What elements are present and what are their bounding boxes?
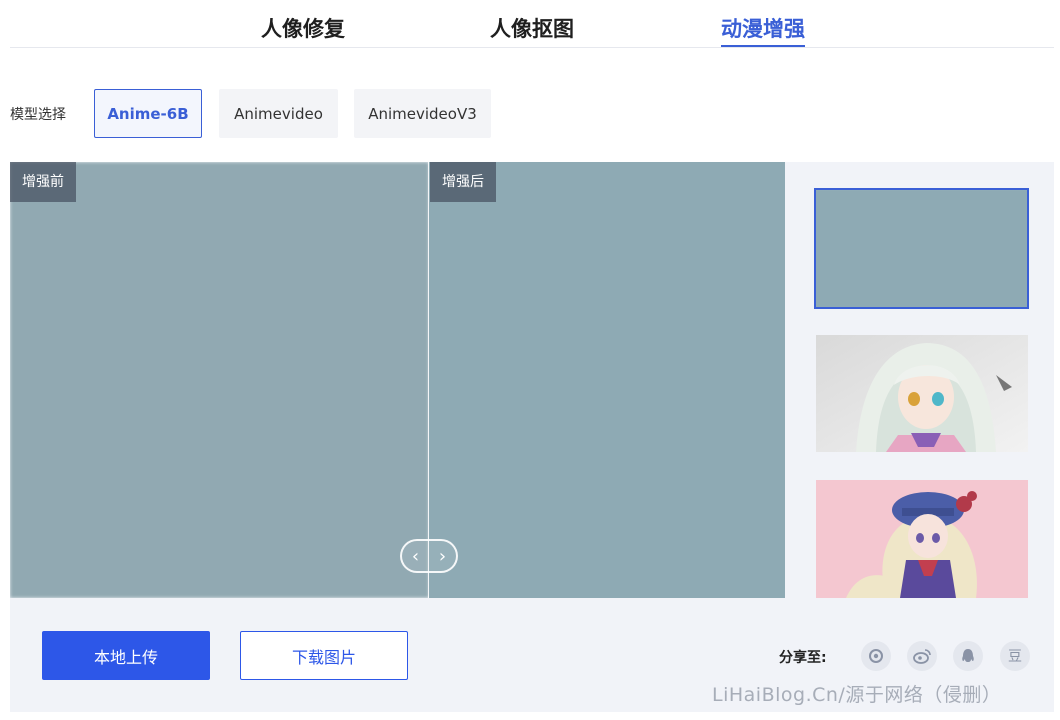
model-option-anime-6b[interactable]: Anime-6B	[94, 89, 202, 138]
download-button[interactable]: 下载图片	[240, 631, 408, 680]
compare-viewer[interactable]: 增强前 增强后 ‹ ›	[10, 162, 785, 598]
tab-portrait-cutout[interactable]: 人像抠图	[490, 14, 574, 44]
tab-anime-enhance[interactable]: 动漫增强	[721, 14, 805, 47]
qq-icon[interactable]	[953, 641, 983, 671]
compare-divider[interactable]	[428, 162, 429, 598]
model-option-animevideo-v3[interactable]: AnimevideoV3	[354, 89, 491, 138]
before-image	[10, 162, 429, 598]
chevron-right-icon: ›	[438, 545, 447, 567]
weibo-icon[interactable]	[907, 641, 937, 671]
thumbnail-blue-hat-girl[interactable]	[816, 480, 1028, 598]
wechat-moments-icon[interactable]	[861, 641, 891, 671]
douban-icon[interactable]: 豆	[1000, 641, 1030, 671]
before-tag: 增强前	[10, 162, 76, 202]
preview-panel: 增强前 增强后 ‹ › 本地上传 下载图片 分享至: 豆 LiHaiBlog.C…	[10, 162, 1054, 712]
top-tabs: 人像修复 人像抠图 动漫增强	[10, 0, 1054, 48]
thumbnail-girl-on-water[interactable]	[814, 188, 1029, 309]
upload-button[interactable]: 本地上传	[42, 631, 210, 680]
after-tag: 增强后	[430, 162, 496, 202]
compare-slider-handle[interactable]: ‹ ›	[400, 539, 458, 573]
after-image	[429, 162, 785, 598]
thumbnail-white-hair-girl[interactable]	[816, 335, 1028, 452]
share-label: 分享至:	[779, 650, 827, 666]
chevron-left-icon: ‹	[411, 545, 420, 567]
watermark-text: LiHaiBlog.Cn/源于网络（侵删）	[712, 684, 1002, 706]
model-select-label: 模型选择	[10, 107, 66, 123]
tab-portrait-repair[interactable]: 人像修复	[261, 14, 345, 44]
model-option-animevideo[interactable]: Animevideo	[219, 89, 338, 138]
